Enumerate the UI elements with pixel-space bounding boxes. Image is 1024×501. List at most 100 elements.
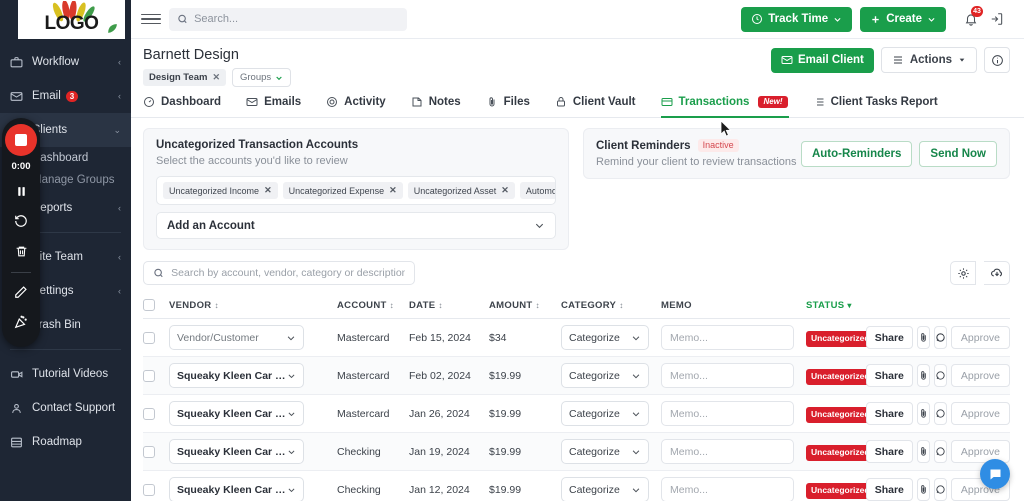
table-settings-button[interactable] (950, 261, 976, 285)
column-header-amount[interactable]: AMOUNT ↕ (489, 292, 561, 319)
categorize-dropdown[interactable]: Categorize (561, 401, 649, 426)
memo-input[interactable] (661, 325, 794, 350)
row-checkbox[interactable] (143, 369, 155, 382)
approve-button[interactable]: Approve (950, 364, 1010, 387)
create-button[interactable]: Create (860, 6, 946, 32)
column-header-account[interactable]: ACCOUNT ↕ (337, 292, 409, 319)
sidebar-item-contact-support[interactable]: Contact Support (0, 391, 131, 425)
attach-file-button[interactable] (916, 402, 930, 425)
email-client-button[interactable]: Email Client (771, 47, 874, 73)
email-client-label: Email Client (798, 54, 864, 66)
sidebar-item-label: Tutorial Videos (32, 368, 109, 380)
column-header-vendor[interactable]: VENDOR ↕ (169, 292, 337, 319)
logo-leaf-accent-icon (108, 24, 117, 33)
screen-recorder-widget[interactable]: 0:00 (2, 118, 40, 347)
restart-recording-button[interactable] (8, 208, 34, 234)
vendor-dropdown[interactable]: Squeaky Kleen Car Wa... (169, 477, 304, 501)
account-chip[interactable]: Uncategorized Asset ✕ (407, 182, 515, 199)
share-button[interactable]: Share (865, 402, 913, 425)
search-input[interactable] (194, 13, 399, 25)
info-button[interactable] (984, 47, 1010, 73)
groups-dropdown[interactable]: Groups (231, 68, 292, 87)
download-button[interactable] (984, 261, 1010, 285)
row-checkbox[interactable] (143, 331, 155, 344)
share-button[interactable]: Share (865, 440, 913, 463)
sidebar-item-workflow[interactable]: Workflow ‹ (0, 45, 131, 79)
attach-file-button[interactable] (916, 326, 930, 349)
notifications-button[interactable]: 43 (958, 6, 984, 32)
actions-button[interactable]: Actions (880, 47, 977, 73)
tab-files[interactable]: Files (486, 96, 543, 117)
close-icon[interactable]: ✕ (264, 185, 272, 196)
auto-reminders-button[interactable]: Auto-Reminders (800, 140, 913, 167)
group-chip-design-team[interactable]: Design Team ✕ (143, 69, 226, 86)
share-button[interactable]: Share (865, 478, 913, 501)
annotate-pencil-button[interactable] (8, 279, 34, 305)
tab-client-vault[interactable]: Client Vault (555, 96, 649, 117)
transactions-search-input[interactable] (171, 267, 405, 279)
tab-transactions[interactable]: Transactions New! (660, 96, 801, 118)
track-time-button[interactable]: Track Time (741, 6, 853, 32)
send-now-button[interactable]: Send Now (919, 140, 997, 167)
delete-recording-button[interactable] (8, 238, 34, 264)
account-chip[interactable]: Uncategorized Expense ✕ (282, 182, 403, 199)
chevron-down-icon (288, 450, 295, 454)
comment-button[interactable] (933, 326, 947, 349)
vendor-dropdown[interactable]: Squeaky Kleen Car Wa... (169, 439, 304, 464)
approve-button[interactable]: Approve (950, 402, 1010, 425)
approve-button[interactable]: Approve (950, 326, 1010, 349)
select-all-checkbox[interactable] (143, 299, 155, 311)
close-icon[interactable]: ✕ (501, 185, 509, 196)
add-account-dropdown[interactable]: Add an Account (156, 212, 556, 239)
close-icon[interactable]: ✕ (389, 185, 397, 196)
row-checkbox[interactable] (143, 407, 155, 420)
account-chip[interactable]: Uncategorized Income ✕ (163, 182, 278, 199)
sidebar-item-tutorial-videos[interactable]: Tutorial Videos (0, 357, 131, 391)
categorize-dropdown[interactable]: Categorize (561, 439, 649, 464)
account-chip-label: Automobile (525, 185, 555, 196)
tab-client-tasks-report[interactable]: Client Tasks Report (813, 96, 951, 117)
column-header-status[interactable]: STATUS ▾ (806, 292, 894, 319)
stop-recording-button[interactable] (5, 124, 37, 156)
logo[interactable]: LOGO (18, 0, 125, 39)
comment-button[interactable] (933, 440, 947, 463)
vendor-dropdown[interactable]: Vendor/Customer (169, 325, 304, 350)
comment-button[interactable] (933, 364, 947, 387)
info-icon (991, 54, 1003, 66)
tab-dashboard[interactable]: Dashboard (143, 96, 234, 117)
share-button[interactable]: Share (865, 326, 913, 349)
global-search[interactable] (169, 7, 407, 31)
tab-notes[interactable]: Notes (411, 96, 474, 117)
categorize-dropdown[interactable]: Categorize (561, 325, 649, 350)
memo-input[interactable] (661, 363, 794, 388)
comment-button[interactable] (933, 402, 947, 425)
pause-recording-button[interactable] (8, 178, 34, 204)
row-checkbox[interactable] (143, 445, 155, 458)
vendor-dropdown[interactable]: Squeaky Kleen Car Wa... (169, 363, 304, 388)
close-icon[interactable]: ✕ (212, 72, 220, 83)
attach-file-button[interactable] (916, 364, 930, 387)
categorize-dropdown[interactable]: Categorize (561, 477, 649, 501)
row-checkbox[interactable] (143, 483, 155, 496)
categorize-dropdown[interactable]: Categorize (561, 363, 649, 388)
effects-button[interactable] (8, 309, 34, 335)
account-chip[interactable]: Automobile ✕ (519, 182, 555, 199)
column-header-date[interactable]: DATE ↕ (409, 292, 489, 319)
support-chat-button[interactable] (980, 459, 1010, 489)
memo-input[interactable] (661, 439, 794, 464)
logout-button[interactable] (984, 6, 1010, 32)
attach-file-button[interactable] (916, 440, 930, 463)
sidebar-item-email[interactable]: Email 3 ‹ (0, 79, 131, 113)
menu-toggle-icon[interactable] (141, 13, 161, 25)
tab-emails[interactable]: Emails (246, 96, 314, 117)
tab-activity[interactable]: Activity (326, 96, 399, 117)
attach-file-button[interactable] (916, 478, 930, 501)
vendor-dropdown[interactable]: Squeaky Kleen Car Wa... (169, 401, 304, 426)
transactions-search[interactable] (143, 261, 415, 285)
column-header-category[interactable]: CATEGORY ↕ (561, 292, 661, 319)
share-button[interactable]: Share (865, 364, 913, 387)
sidebar-item-roadmap[interactable]: Roadmap (0, 425, 131, 459)
memo-input[interactable] (661, 477, 794, 501)
memo-input[interactable] (661, 401, 794, 426)
comment-button[interactable] (933, 478, 947, 501)
